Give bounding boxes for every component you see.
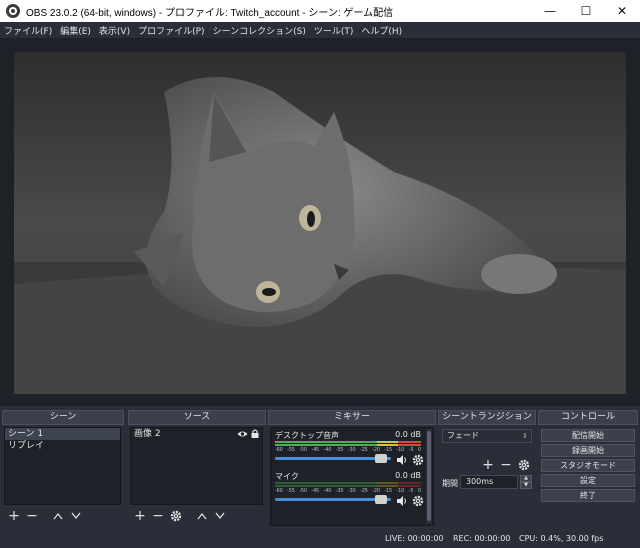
move-up-icon[interactable] <box>194 508 210 524</box>
menu-view[interactable]: 表示(V) <box>99 24 130 37</box>
mixer-panel: デスクトップ音声 0.0 dB -60 -55 -50 -45 -40 -35 -30 -25… <box>270 427 434 526</box>
mixer-channel: デスクトップ音声 0.0 dB -60 -55 -50 -45 -40 -35 -30 -25… <box>275 430 424 470</box>
eye-icon[interactable] <box>237 430 248 442</box>
duration-label: 期間 <box>442 479 458 488</box>
speaker-icon[interactable] <box>395 494 409 508</box>
channel-db: 0.0 dB <box>395 430 421 439</box>
channel-name: デスクトップ音声 <box>275 431 339 440</box>
gear-icon[interactable] <box>168 508 184 524</box>
mixer-scrollbar[interactable] <box>426 429 432 524</box>
scenes-dock: シーン シーン 1 リプレイ + − <box>2 410 124 528</box>
menu-bar: ファイル(F) 編集(E) 表示(V) プロファイル(P) シーンコレクション(… <box>0 22 640 38</box>
scene-item[interactable]: リプレイ <box>5 440 120 452</box>
transitions-dock-title: シーントランジション <box>438 410 536 425</box>
maximize-button[interactable]: ☐ <box>568 0 604 22</box>
menu-profile[interactable]: プロファイル(P) <box>138 24 204 37</box>
add-scene-button[interactable]: + <box>6 508 22 524</box>
scene-list: シーン 1 リプレイ <box>4 427 121 505</box>
channel-name: マイク <box>275 472 299 481</box>
menu-file[interactable]: ファイル(F) <box>4 24 52 37</box>
source-item[interactable]: 画像 2 <box>131 428 262 440</box>
volume-slider-handle[interactable] <box>375 495 387 504</box>
minimize-button[interactable]: — <box>532 0 568 22</box>
add-transition-button[interactable]: + <box>480 457 496 473</box>
remove-scene-button[interactable]: − <box>24 508 40 524</box>
start-streaming-button[interactable]: 配信開始 <box>541 429 635 442</box>
remove-transition-button[interactable]: − <box>498 457 514 473</box>
settings-button[interactable]: 設定 <box>541 474 635 487</box>
exit-button[interactable]: 終了 <box>541 489 635 502</box>
source-list: 画像 2 <box>130 427 263 505</box>
scenes-dock-title: シーン <box>2 410 124 425</box>
mixer-dock: ミキサー デスクトップ音声 0.0 dB -60 -55 -50 -45 -40 -35-… <box>268 410 436 528</box>
duration-down-button[interactable]: ▼ <box>520 482 532 489</box>
menu-edit[interactable]: 編集(E) <box>60 24 91 37</box>
remove-source-button[interactable]: − <box>150 508 166 524</box>
rec-timer: REC: 00:00:00 <box>453 534 511 543</box>
status-bar: LIVE: 00:00:00 REC: 00:00:00 CPU: 0.4%, … <box>0 530 640 548</box>
studio-mode-button[interactable]: スタジオモード <box>541 459 635 472</box>
mixer-dock-title: ミキサー <box>268 410 436 425</box>
volume-slider-handle[interactable] <box>375 454 387 463</box>
gear-icon[interactable] <box>411 494 425 508</box>
transitions-dock: シーントランジション フェード ⇕ + − 期間 300ms ▲ ▼ <box>438 410 536 528</box>
close-button[interactable]: ✕ <box>604 0 640 22</box>
preview-area <box>0 38 640 406</box>
mixer-channel: マイク 0.0 dB -60 -55 -50 -45 -40 -35 -30 -25 -20 -1… <box>275 471 424 511</box>
source-item-label: 画像 2 <box>134 429 161 439</box>
add-source-button[interactable]: + <box>132 508 148 524</box>
obs-logo-icon <box>6 4 20 18</box>
move-up-icon[interactable] <box>50 508 66 524</box>
lock-icon[interactable] <box>251 429 259 442</box>
move-down-icon[interactable] <box>68 508 84 524</box>
select-arrows-icon: ⇕ <box>522 432 528 440</box>
transition-select[interactable]: フェード ⇕ <box>442 429 532 443</box>
duration-input[interactable]: 300ms <box>460 475 518 489</box>
window-title: OBS 23.0.2 (64-bit, windows) - プロファイル: T… <box>26 7 394 19</box>
controls-dock-title: コントロール <box>538 410 638 425</box>
live-timer: LIVE: 00:00:00 <box>385 534 444 543</box>
title-bar: OBS 23.0.2 (64-bit, windows) - プロファイル: T… <box>0 0 640 22</box>
gear-icon[interactable] <box>516 457 532 473</box>
duration-up-button[interactable]: ▲ <box>520 475 532 482</box>
cat-photo <box>14 52 626 394</box>
move-down-icon[interactable] <box>212 508 228 524</box>
scene-item[interactable]: シーン 1 <box>5 428 120 440</box>
preview-canvas[interactable] <box>14 52 626 394</box>
menu-help[interactable]: ヘルプ(H) <box>361 24 402 37</box>
sources-dock-title: ソース <box>128 410 266 425</box>
scrollbar-thumb[interactable] <box>427 431 431 521</box>
gear-icon[interactable] <box>411 453 425 467</box>
controls-dock: コントロール 配信開始 録画開始 スタジオモード 設定 終了 <box>538 410 638 528</box>
speaker-icon[interactable] <box>395 453 409 467</box>
menu-tools[interactable]: ツール(T) <box>314 24 354 37</box>
menu-scene-collection[interactable]: シーンコレクション(S) <box>213 24 306 37</box>
sources-dock: ソース 画像 2 + − <box>128 410 266 528</box>
cpu-usage: CPU: 0.4%, 30.00 fps <box>519 534 604 543</box>
volume-slider[interactable] <box>275 457 391 460</box>
volume-slider[interactable] <box>275 498 391 501</box>
transition-select-value: フェード <box>447 431 479 440</box>
channel-db: 0.0 dB <box>395 471 421 480</box>
start-recording-button[interactable]: 録画開始 <box>541 444 635 457</box>
